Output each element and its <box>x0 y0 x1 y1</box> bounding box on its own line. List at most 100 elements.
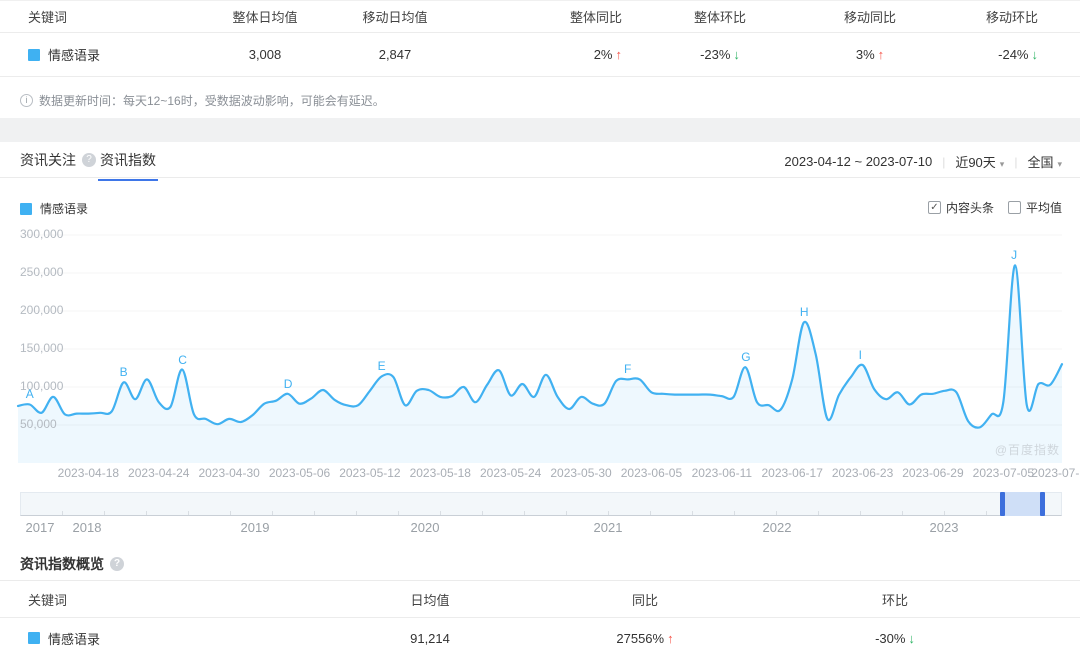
checkbox-content-headlines[interactable]: ✓ 内容头条 <box>928 199 994 216</box>
timeline-ticks <box>21 511 1061 515</box>
point-label-J: J <box>1011 248 1017 262</box>
x-axis-tick-label: 2023-06-23 <box>829 466 897 480</box>
overall-mom-value: -23%↓ <box>650 47 790 62</box>
chart-canvas <box>0 226 1080 466</box>
overall-yoy-value: 2%↑ <box>470 47 650 62</box>
keyword-color-swatch <box>28 49 40 61</box>
section-divider-band <box>0 118 1080 142</box>
timeline-year-2019: 2019 <box>241 520 270 535</box>
col-overall-mom: 整体环比 <box>650 7 790 26</box>
overview-table-row: 情感语录 91,214 27556%↑ -30%↓ <box>0 618 1080 657</box>
chevron-down-icon: ▾ <box>1057 159 1062 169</box>
summary-table-header: 关键词 整体日均值 移动日均值 整体同比 整体环比 移动同比 移动环比 <box>0 0 1080 33</box>
period-select[interactable]: 近90天 ▾ <box>955 152 1004 171</box>
x-axis-tick-label: 2023-04-30 <box>195 466 263 480</box>
col-daily-avg: 日均值 <box>330 590 530 609</box>
x-axis-tick-label: 2023-06-05 <box>617 466 685 480</box>
help-icon[interactable]: ? <box>82 153 96 167</box>
overview-section-title: 资讯指数概览 ? <box>20 554 124 574</box>
daily-avg-value: 91,214 <box>330 631 530 646</box>
point-label-C: C <box>178 353 187 367</box>
x-axis-tick-label: 2023-06-17 <box>758 466 826 480</box>
point-label-F: F <box>624 362 631 376</box>
active-tab-underline <box>98 179 158 181</box>
timeline-year-2023: 2023 <box>930 520 959 535</box>
y-axis-tick-label: 300,000 <box>20 227 80 241</box>
col-yoy: 同比 <box>530 590 760 609</box>
keyword-color-swatch <box>28 632 40 644</box>
x-axis-tick-label: 2023-06-29 <box>899 466 967 480</box>
chevron-down-icon: ▾ <box>1000 159 1005 169</box>
chart-tab-bar: 资讯关注 ? 资讯指数 2023-04-12 ~ 2023-07-10 | 近9… <box>0 142 1080 178</box>
mobile-daily-avg-value: 2,847 <box>320 47 470 62</box>
y-axis-tick-label: 50,000 <box>20 417 80 431</box>
up-arrow-icon: ↑ <box>878 47 885 62</box>
up-arrow-icon: ↑ <box>667 631 674 646</box>
help-icon[interactable]: ? <box>110 557 124 571</box>
legend-color-swatch <box>20 203 32 215</box>
baidu-index-watermark: @百度指数 <box>995 441 1060 458</box>
point-label-E: E <box>378 359 386 373</box>
date-range[interactable]: 2023-04-12 ~ 2023-07-10 <box>784 154 932 169</box>
timeline-handle-right[interactable] <box>1040 492 1045 516</box>
x-axis-tick-label: 2023-04-24 <box>125 466 193 480</box>
x-axis-tick-label: 2023-05-12 <box>336 466 404 480</box>
index-trend-chart[interactable] <box>0 226 1080 466</box>
mobile-mom-value: -24%↓ <box>950 47 1080 62</box>
tab-news-index[interactable]: 资讯指数 <box>100 150 156 170</box>
mom-value: -30%↓ <box>760 631 1080 646</box>
point-label-I: I <box>859 348 862 362</box>
timeline-year-2021: 2021 <box>594 520 623 535</box>
info-icon: i <box>20 94 33 107</box>
timeline-year-2022: 2022 <box>763 520 792 535</box>
series-legend[interactable]: 情感语录 <box>20 200 88 217</box>
x-axis-tick-label: 2023-07-10 <box>1028 466 1080 480</box>
region-select-value: 全国 <box>1027 155 1053 170</box>
timeline-handle-left[interactable] <box>1000 492 1005 516</box>
col-mobile-yoy: 移动同比 <box>790 7 950 26</box>
keyword-label: 情感语录 <box>48 45 100 64</box>
col-mobile-mom: 移动环比 <box>950 7 1080 26</box>
col-overall-yoy: 整体同比 <box>470 7 650 26</box>
region-select[interactable]: 全国 ▾ <box>1027 152 1062 171</box>
col-mobile-daily-avg: 移动日均值 <box>320 7 470 26</box>
col-keyword: 关键词 <box>0 590 330 609</box>
overview-table: 关键词 日均值 同比 环比 情感语录 91,214 27556%↑ -30%↓ <box>0 580 1080 657</box>
checkbox-content-headlines-label: 内容头条 <box>946 199 994 216</box>
keyword-cell: 情感语录 <box>0 629 330 648</box>
point-label-G: G <box>741 350 750 364</box>
divider: | <box>1014 155 1017 169</box>
timeline-year-2017: 2017 <box>26 520 55 535</box>
up-arrow-icon: ↑ <box>616 47 623 62</box>
x-axis-tick-label: 2023-05-06 <box>266 466 334 480</box>
tab-news-attention-label: 资讯关注 <box>20 150 76 170</box>
tab-news-attention[interactable]: 资讯关注 ? <box>20 150 96 170</box>
series-area-fill <box>18 265 1062 463</box>
down-arrow-icon: ↓ <box>733 47 740 62</box>
keyword-label: 情感语录 <box>48 629 100 648</box>
checkbox-average[interactable]: 平均值 <box>1008 199 1062 216</box>
col-keyword: 关键词 <box>0 7 210 26</box>
point-label-B: B <box>120 365 128 379</box>
divider: | <box>942 155 945 169</box>
yoy-value: 27556%↑ <box>530 631 760 646</box>
timeline-selection[interactable] <box>1002 492 1044 516</box>
y-axis-tick-label: 250,000 <box>20 265 80 279</box>
x-axis-tick-label: 2023-05-18 <box>406 466 474 480</box>
summary-table-row: 情感语录 3,008 2,847 2%↑ -23%↓ 3%↑ -24%↓ <box>0 33 1080 77</box>
checkbox-average-label: 平均值 <box>1026 199 1062 216</box>
overview-table-header: 关键词 日均值 同比 环比 <box>0 580 1080 618</box>
unchecked-checkbox-icon <box>1008 201 1021 214</box>
x-axis-tick-label: 2023-04-18 <box>54 466 122 480</box>
period-select-value: 近90天 <box>955 155 995 170</box>
tab-news-index-label: 资讯指数 <box>100 152 156 168</box>
y-axis-tick-label: 150,000 <box>20 341 80 355</box>
point-label-A: A <box>26 387 34 401</box>
point-label-H: H <box>800 305 809 319</box>
point-label-D: D <box>284 377 293 391</box>
timeline-year-2018: 2018 <box>73 520 102 535</box>
data-update-notice: i 数据更新时间：每天12~16时，受数据波动影响，可能会有延迟。 <box>20 92 385 109</box>
legend-label: 情感语录 <box>40 200 88 217</box>
summary-table: 关键词 整体日均值 移动日均值 整体同比 整体环比 移动同比 移动环比 情感语录… <box>0 0 1080 77</box>
timeline-scrubber[interactable] <box>20 492 1062 516</box>
